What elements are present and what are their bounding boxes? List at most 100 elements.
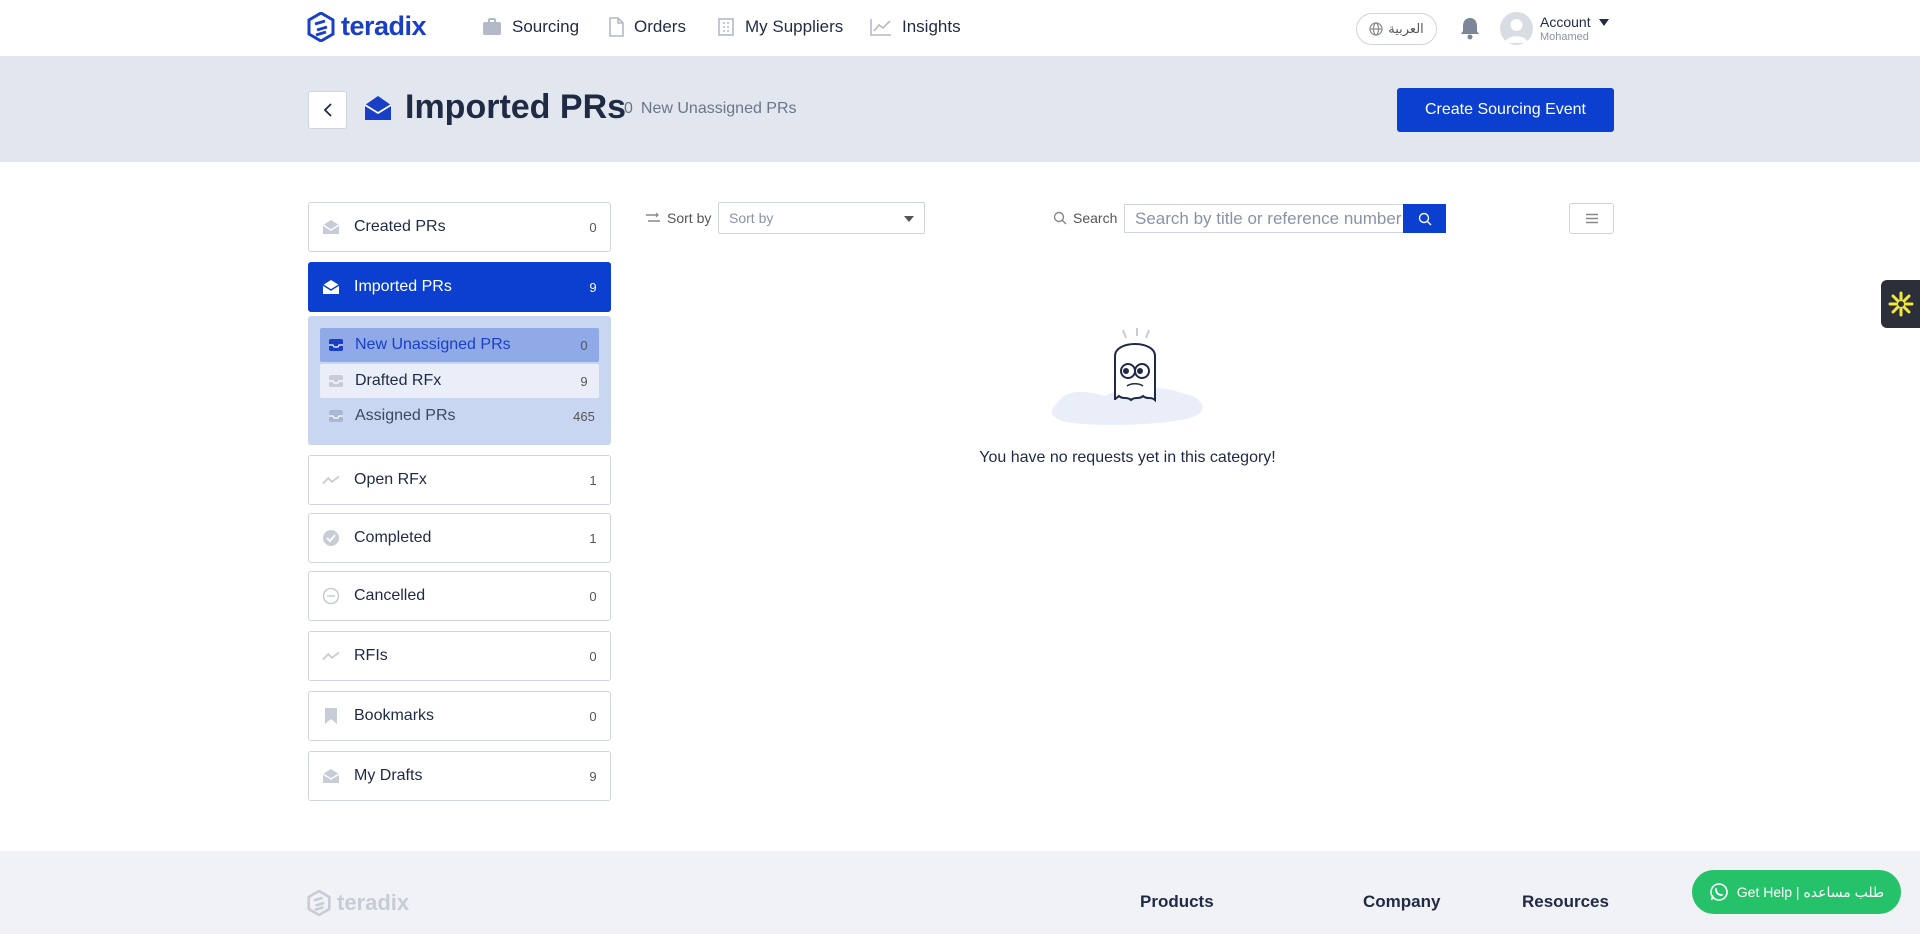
footer-company-heading: Company: [1363, 892, 1441, 911]
account-username: Mohamed: [1540, 31, 1589, 43]
language-label: العربية: [1388, 21, 1424, 36]
language-toggle[interactable]: العربية: [1356, 13, 1437, 45]
envelope-open-icon: [364, 95, 392, 126]
sort-dropdown-value: Sort by: [729, 210, 774, 226]
subitem-label: New Unassigned PRs: [355, 336, 511, 353]
nav-sourcing[interactable]: Sourcing: [482, 17, 579, 37]
list-view-button[interactable]: [1569, 203, 1614, 234]
sidebar-item-cancelled[interactable]: Cancelled 0: [308, 571, 611, 621]
menu-icon: [1585, 213, 1598, 224]
empty-state-illustration: [1045, 326, 1210, 433]
nav-orders[interactable]: Orders: [608, 17, 686, 37]
subitem-assigned-prs[interactable]: Assigned PRs 465: [320, 399, 599, 433]
nav-sourcing-label: Sourcing: [512, 17, 580, 36]
building-icon: [718, 18, 734, 36]
subitem-count: 9: [580, 373, 588, 389]
globe-icon: [1369, 22, 1383, 36]
create-sourcing-event-button[interactable]: Create Sourcing Event: [1397, 88, 1614, 132]
sidebar-item-bookmarks[interactable]: Bookmarks 0: [308, 691, 611, 741]
footer-resources-heading: Resources: [1522, 892, 1609, 911]
sort-dropdown[interactable]: Sort by: [718, 202, 925, 234]
account-label: Account: [1540, 14, 1591, 30]
footer-brand-name: teradix: [337, 890, 410, 915]
back-button[interactable]: [308, 91, 347, 129]
notifications-button[interactable]: [1459, 16, 1481, 45]
sidebar-item-label: Completed: [354, 529, 432, 546]
unassigned-count-value: 0: [624, 100, 633, 117]
subitem-count: 465: [573, 408, 595, 424]
avatar[interactable]: [1500, 12, 1533, 45]
trend-up-icon: [322, 471, 340, 489]
sort-icon: [646, 212, 660, 222]
get-help-label: Get Help | طلب مساعده: [1736, 883, 1885, 900]
trend-up-icon: [322, 647, 340, 665]
nav-insights[interactable]: Insights: [870, 17, 961, 37]
sidebar-item-label: Created PRs: [354, 218, 446, 235]
document-icon: [609, 17, 624, 37]
inbox-icon: [328, 337, 344, 353]
caret-down-icon: [1598, 18, 1609, 26]
sidebar-item-completed[interactable]: Completed 1: [308, 513, 611, 563]
subitem-label: Drafted RFx: [355, 372, 442, 389]
sidebar-item-label: My Drafts: [354, 767, 423, 784]
search-label: Search: [1053, 210, 1117, 226]
brand-name: teradix: [341, 11, 427, 41]
sidebar-item-created-prs[interactable]: Created PRs 0: [308, 202, 611, 252]
sidebar-item-label: Cancelled: [354, 587, 426, 604]
sidebar-item-count: 1: [589, 530, 597, 546]
nav-insights-label: Insights: [902, 17, 961, 36]
nav-my-suppliers[interactable]: My Suppliers: [717, 17, 843, 37]
teradix-logo[interactable]: teradix: [307, 11, 427, 42]
sidebar-item-label: Imported PRs: [354, 278, 452, 295]
footer-logo[interactable]: teradix: [307, 890, 409, 916]
floating-widget-button[interactable]: [1881, 280, 1920, 328]
account-menu[interactable]: Account Mohamed: [1540, 14, 1609, 43]
bell-icon: [1461, 18, 1479, 40]
envelope-icon: [322, 767, 340, 785]
search-icon: [1418, 212, 1431, 225]
teradix-logo-icon: [307, 11, 335, 42]
bookmark-icon: [322, 707, 340, 725]
sidebar-item-label: Bookmarks: [354, 707, 435, 724]
search-label-text: Search: [1073, 210, 1118, 226]
subitem-drafted-rfx[interactable]: Drafted RFx 9: [320, 364, 599, 398]
chart-line-icon: [870, 19, 891, 36]
footer-products-heading: Products: [1140, 892, 1214, 911]
envelope-open-icon: [322, 278, 340, 296]
sort-label-text: Sort by: [667, 210, 712, 226]
subitem-new-unassigned-prs[interactable]: New Unassigned PRs 0: [320, 328, 599, 362]
sidebar-item-count: 9: [589, 768, 597, 784]
teradix-logo-icon: [307, 890, 331, 916]
imported-prs-subpanel: New Unassigned PRs 0 Drafted RFx 9 Assig…: [308, 316, 611, 445]
sidebar-item-count: 1: [589, 472, 597, 488]
inbox-icon: [328, 373, 344, 389]
subitem-label: Assigned PRs: [355, 407, 456, 424]
unassigned-count: 0 New Unassigned PRs: [624, 100, 797, 118]
search-icon: [1053, 211, 1067, 225]
unassigned-count-label: New Unassigned PRs: [640, 100, 797, 117]
sort-label: Sort by: [645, 210, 711, 226]
search-button[interactable]: [1403, 204, 1446, 233]
nav-orders-label: Orders: [634, 17, 686, 36]
sidebar-item-count: 0: [589, 708, 597, 724]
inbox-icon: [328, 408, 344, 424]
sidebar-item-my-drafts[interactable]: My Drafts 9: [308, 751, 611, 801]
sidebar-item-imported-prs[interactable]: Imported PRs 9: [308, 262, 611, 312]
sidebar-item-label: RFIs: [354, 647, 388, 664]
empty-state-message: You have no requests yet in this categor…: [979, 449, 1276, 466]
whatsapp-icon: [1709, 883, 1728, 901]
check-circle-icon: [322, 529, 340, 547]
page-title: Imported PRs: [405, 88, 627, 126]
sidebar-item-open-rfx[interactable]: Open RFx 1: [308, 455, 611, 505]
subitem-count: 0: [580, 337, 588, 353]
briefcase-icon: [483, 18, 501, 35]
sidebar-item-rfis[interactable]: RFIs 0: [308, 631, 611, 681]
nav-my-suppliers-label: My Suppliers: [745, 17, 844, 36]
search-input[interactable]: [1124, 204, 1404, 233]
sidebar-item-count: 0: [589, 219, 597, 235]
chevron-left-icon: [323, 103, 332, 117]
footer: [0, 851, 1920, 934]
get-help-button[interactable]: Get Help | طلب مساعده: [1692, 870, 1901, 914]
page-header: [0, 57, 1920, 162]
sun-icon: [1888, 291, 1913, 317]
